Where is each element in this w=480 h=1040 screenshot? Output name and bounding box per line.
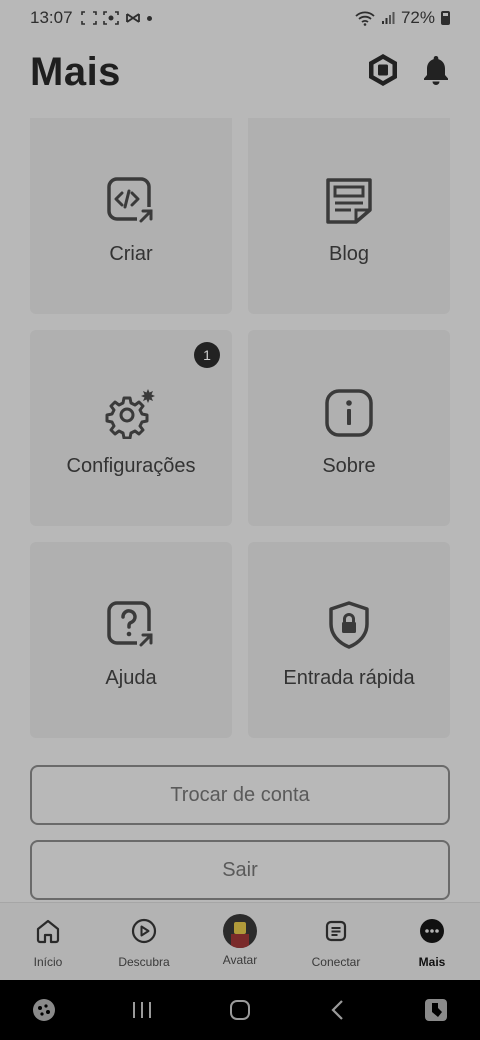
bell-icon: [424, 55, 448, 85]
tab-connect[interactable]: Conectar: [288, 903, 384, 969]
status-time: 13:07: [30, 8, 73, 27]
tab-label: Mais: [418, 955, 446, 969]
tile-label: Blog: [328, 242, 370, 265]
status-left-icons: [80, 11, 152, 25]
tile-label: Criar: [109, 242, 153, 265]
recent-apps-icon: [133, 1002, 151, 1018]
game-launcher-icon: [33, 999, 55, 1021]
gear-icon: [105, 388, 155, 439]
signal-icon: [381, 12, 395, 24]
robux-icon: [369, 53, 397, 86]
wifi-icon: [355, 11, 375, 26]
tile-label: Sobre: [322, 454, 376, 477]
switch-account-button[interactable]: Trocar de conta: [30, 765, 450, 825]
recent-apps-button[interactable]: [112, 999, 172, 1021]
page-header: Mais: [30, 44, 450, 100]
tile-label: Ajuda: [105, 666, 157, 689]
create-code-icon: [107, 176, 155, 225]
page-title: Mais: [30, 49, 121, 94]
more-icon: [420, 919, 444, 943]
tab-discover[interactable]: Descubra: [96, 903, 192, 969]
battery-icon: [441, 11, 450, 25]
tab-label: Descubra: [118, 955, 170, 969]
tab-label: Conectar: [311, 955, 361, 969]
play-icon: [131, 918, 157, 944]
screenshot-icon: [80, 11, 97, 25]
menu-grid: Criar Blog 1 Configurações Sobre Ajuda E…: [30, 118, 450, 738]
home-icon: [36, 919, 60, 944]
tile-label: Entrada rápida: [283, 666, 415, 689]
avatar-icon: [223, 914, 257, 948]
system-nav-bar: [0, 980, 480, 1040]
tab-more[interactable]: Mais: [384, 903, 480, 969]
bottom-tab-bar: Início Descubra Avatar Conectar Mais: [0, 902, 480, 980]
battery-percent: 72%: [400, 8, 435, 27]
home-nav-button[interactable]: [210, 998, 270, 1022]
back-button[interactable]: [308, 998, 368, 1022]
tile-label: Configurações: [66, 454, 196, 477]
back-icon: [331, 1000, 343, 1020]
help-icon: [107, 600, 155, 649]
shield-lock-icon: [329, 600, 369, 649]
capcut-icon: [125, 13, 140, 23]
game-launcher-button[interactable]: [14, 997, 74, 1023]
tile-create[interactable]: Criar: [30, 118, 232, 314]
screen-record-icon: [102, 11, 119, 25]
status-bar: 13:07 72%: [0, 0, 480, 36]
tile-settings[interactable]: 1 Configurações: [30, 330, 232, 526]
home-nav-icon: [230, 1000, 250, 1020]
info-icon: [325, 388, 373, 437]
tile-quick-login[interactable]: Entrada rápida: [248, 542, 450, 738]
chat-icon: [325, 920, 347, 942]
blog-icon: [326, 177, 372, 224]
robux-button[interactable]: [366, 52, 400, 93]
logout-button[interactable]: Sair: [30, 840, 450, 900]
tile-help[interactable]: Ajuda: [30, 542, 232, 738]
app-shortcut-icon: [425, 999, 447, 1021]
tab-avatar[interactable]: Avatar: [192, 903, 288, 967]
tab-home[interactable]: Início: [0, 903, 96, 969]
notification-dot-icon: [146, 15, 152, 21]
tile-about[interactable]: Sobre: [248, 330, 450, 526]
accessibility-button[interactable]: [406, 997, 466, 1023]
tile-blog[interactable]: Blog: [248, 118, 450, 314]
tab-label: Avatar: [222, 953, 258, 967]
tab-label: Início: [33, 955, 63, 969]
notification-badge: 1: [194, 342, 220, 368]
notifications-button[interactable]: [422, 54, 450, 91]
